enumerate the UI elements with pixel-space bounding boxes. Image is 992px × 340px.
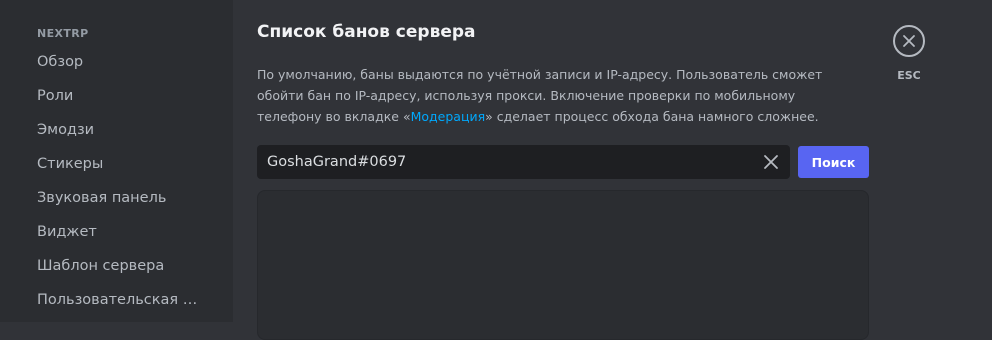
page-title: Список банов сервера (257, 22, 476, 42)
esc-label: ESC (897, 69, 921, 82)
sidebar-header: NEXTRP (37, 27, 89, 40)
sidebar-item-server-template[interactable]: Шаблон сервера (37, 258, 164, 274)
sidebar-item-stickers[interactable]: Стикеры (37, 156, 103, 172)
search-box (257, 145, 790, 179)
close-icon[interactable] (763, 154, 779, 170)
results-panel (257, 190, 869, 340)
sidebar-item-widget[interactable]: Виджет (37, 224, 97, 240)
search-input[interactable] (257, 145, 747, 179)
description-text-end: » сделает процесс обхода бана намного сл… (485, 109, 819, 124)
description: По умолчанию, баны выдаются по учётной з… (257, 64, 842, 127)
sidebar-item-soundboard[interactable]: Звуковая панель (37, 190, 166, 206)
sidebar-item-emoji[interactable]: Эмодзи (37, 122, 94, 138)
search-button[interactable]: Поиск (798, 146, 869, 178)
sidebar-item-vanity-url[interactable]: Пользовательская ссылка (37, 292, 205, 308)
main-content: Список банов сервера По умолчанию, баны … (233, 0, 992, 340)
sidebar-item-overview[interactable]: Обзор (37, 54, 83, 70)
sidebar-item-roles[interactable]: Роли (37, 88, 73, 104)
moderation-link[interactable]: Модерация (411, 109, 486, 124)
close-circle-icon[interactable] (893, 25, 925, 57)
sidebar: NEXTRP Обзор Роли Эмодзи Стикеры Звукова… (0, 0, 233, 322)
